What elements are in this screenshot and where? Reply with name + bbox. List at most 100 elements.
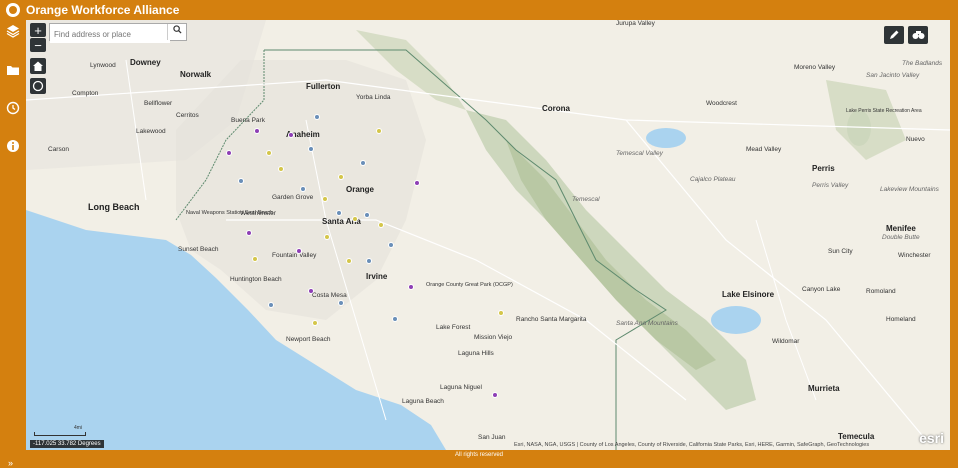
basemap-gallery-button[interactable] bbox=[908, 26, 928, 44]
layers-icon[interactable] bbox=[5, 24, 21, 40]
history-icon[interactable] bbox=[5, 101, 21, 117]
place-label-orange: Orange bbox=[346, 185, 375, 194]
scale-label: 4mi bbox=[74, 425, 83, 431]
map-point-yellow[interactable] bbox=[252, 256, 258, 262]
place-label-temescal: Temescal bbox=[572, 196, 600, 203]
place-label-santa-ana-mountains: Santa Ana Mountains bbox=[616, 320, 678, 327]
home-icon bbox=[33, 61, 43, 71]
place-label-wildomar: Wildomar bbox=[772, 338, 800, 345]
place-label-double-butte: Double Butte bbox=[882, 234, 920, 241]
map-point-yellow[interactable] bbox=[338, 174, 344, 180]
map-point-purple[interactable] bbox=[296, 248, 302, 254]
map-point-purple[interactable] bbox=[254, 128, 260, 134]
home-button[interactable] bbox=[30, 58, 46, 74]
map-point-purple[interactable] bbox=[246, 230, 252, 236]
place-label-huntington-beach: Huntington Beach bbox=[230, 276, 282, 283]
place-label-cajalco-plateau: Cajalco Plateau bbox=[690, 176, 736, 183]
place-label-fountain-valley: Fountain Valley bbox=[272, 252, 317, 259]
map-point-blue[interactable] bbox=[366, 258, 372, 264]
place-label-mead-valley: Mead Valley bbox=[746, 146, 782, 153]
place-label-temescal-valley: Temescal Valley bbox=[616, 150, 663, 157]
place-label-lake-forest: Lake Forest bbox=[436, 324, 471, 331]
place-label-compton: Compton bbox=[72, 90, 99, 97]
zoom-out-button[interactable]: − bbox=[30, 38, 46, 53]
pencil-icon bbox=[889, 30, 898, 39]
place-label-mission-viejo: Mission Viejo bbox=[474, 334, 513, 341]
place-label-menifee: Menifee bbox=[886, 224, 916, 233]
map-point-purple[interactable] bbox=[408, 284, 414, 290]
map-point-blue[interactable] bbox=[300, 186, 306, 192]
map-point-yellow[interactable] bbox=[312, 320, 318, 326]
app-logo-icon bbox=[6, 3, 20, 17]
sidebar: » bbox=[0, 20, 26, 468]
map-point-blue[interactable] bbox=[388, 242, 394, 248]
map-point-purple[interactable] bbox=[414, 180, 420, 186]
place-label-laguna-niguel: Laguna Niguel bbox=[440, 384, 482, 391]
map-point-blue[interactable] bbox=[308, 146, 314, 152]
map-point-yellow[interactable] bbox=[378, 222, 384, 228]
map-point-blue[interactable] bbox=[364, 212, 370, 218]
map-point-blue[interactable] bbox=[336, 210, 342, 216]
coordinate-readout[interactable]: -117.025 33.782 Degrees bbox=[30, 440, 104, 448]
place-label-costa-mesa: Costa Mesa bbox=[312, 292, 347, 299]
place-label-temecula: Temecula bbox=[838, 432, 875, 441]
map-point-purple[interactable] bbox=[492, 392, 498, 398]
place-label-cerritos: Cerritos bbox=[176, 112, 199, 119]
map-point-yellow[interactable] bbox=[498, 310, 504, 316]
map-point-yellow[interactable] bbox=[266, 150, 272, 156]
place-label-rancho-santa-margarita: Rancho Santa Margarita bbox=[516, 316, 587, 323]
folder-icon[interactable] bbox=[5, 63, 21, 79]
map-point-yellow[interactable] bbox=[352, 216, 358, 222]
map-point-yellow[interactable] bbox=[322, 196, 328, 202]
place-label-jurupa-valley: Jurupa Valley bbox=[616, 20, 655, 27]
place-label-naval-weapons: Naval Weapons Station Seal Beach bbox=[186, 210, 274, 216]
place-label-woodcrest: Woodcrest bbox=[706, 100, 737, 107]
place-label-bellflower: Bellflower bbox=[144, 100, 173, 107]
place-label-norwalk: Norwalk bbox=[180, 70, 212, 79]
place-label-laguna-beach: Laguna Beach bbox=[402, 398, 444, 405]
esri-logo: esri bbox=[919, 430, 944, 446]
place-label-san-juan: San Juan bbox=[478, 434, 506, 441]
place-label-garden-grove: Garden Grove bbox=[272, 194, 314, 201]
place-label-lake-elsinore: Lake Elsinore bbox=[722, 290, 775, 299]
map-point-purple[interactable] bbox=[226, 150, 232, 156]
search-widget bbox=[49, 23, 187, 43]
map-point-yellow[interactable] bbox=[324, 234, 330, 240]
search-input[interactable] bbox=[50, 26, 170, 43]
scale-bar bbox=[34, 432, 86, 436]
place-label-winchester: Winchester bbox=[898, 252, 931, 259]
place-label-nuevo: Nuevo bbox=[906, 136, 925, 143]
place-label-romoland: Romoland bbox=[866, 288, 896, 295]
place-label-yorba-linda: Yorba Linda bbox=[356, 94, 391, 101]
map-point-blue[interactable] bbox=[314, 114, 320, 120]
place-label-long-beach: Long Beach bbox=[88, 202, 140, 212]
binoculars-icon bbox=[912, 31, 924, 39]
map-point-yellow[interactable] bbox=[278, 166, 284, 172]
locate-button[interactable] bbox=[30, 78, 46, 94]
edit-button[interactable] bbox=[884, 26, 904, 44]
place-label-lynwood: Lynwood bbox=[90, 62, 116, 69]
map-point-purple[interactable] bbox=[308, 288, 314, 294]
map-point-blue[interactable] bbox=[238, 178, 244, 184]
zoom-in-button[interactable]: + bbox=[30, 23, 46, 38]
info-icon[interactable] bbox=[5, 139, 21, 155]
map-point-blue[interactable] bbox=[392, 316, 398, 322]
map-point-blue[interactable] bbox=[360, 160, 366, 166]
place-label-buena-park: Buena Park bbox=[231, 117, 265, 124]
map-point-yellow[interactable] bbox=[346, 258, 352, 264]
place-label-downey: Downey bbox=[130, 58, 161, 67]
place-label-murrieta: Murrieta bbox=[808, 384, 840, 393]
place-label-perris-valley: Perris Valley bbox=[812, 182, 849, 189]
map-view[interactable]: + − Downey Norwalk Compton Bellflower Ce… bbox=[26, 20, 950, 450]
place-label-corona: Corona bbox=[542, 104, 570, 113]
search-button[interactable] bbox=[167, 24, 186, 40]
map-point-purple[interactable] bbox=[288, 132, 294, 138]
map-attribution[interactable]: Esri, NASA, NGA, USGS | County of Los An… bbox=[514, 442, 869, 448]
map-point-blue[interactable] bbox=[338, 300, 344, 306]
place-label-canyon-lake: Canyon Lake bbox=[802, 286, 841, 293]
app-header: Orange Workforce Alliance bbox=[0, 0, 958, 20]
locate-icon bbox=[32, 80, 44, 92]
app-title: Orange Workforce Alliance bbox=[26, 3, 180, 17]
map-point-yellow[interactable] bbox=[376, 128, 382, 134]
map-point-blue[interactable] bbox=[268, 302, 274, 308]
